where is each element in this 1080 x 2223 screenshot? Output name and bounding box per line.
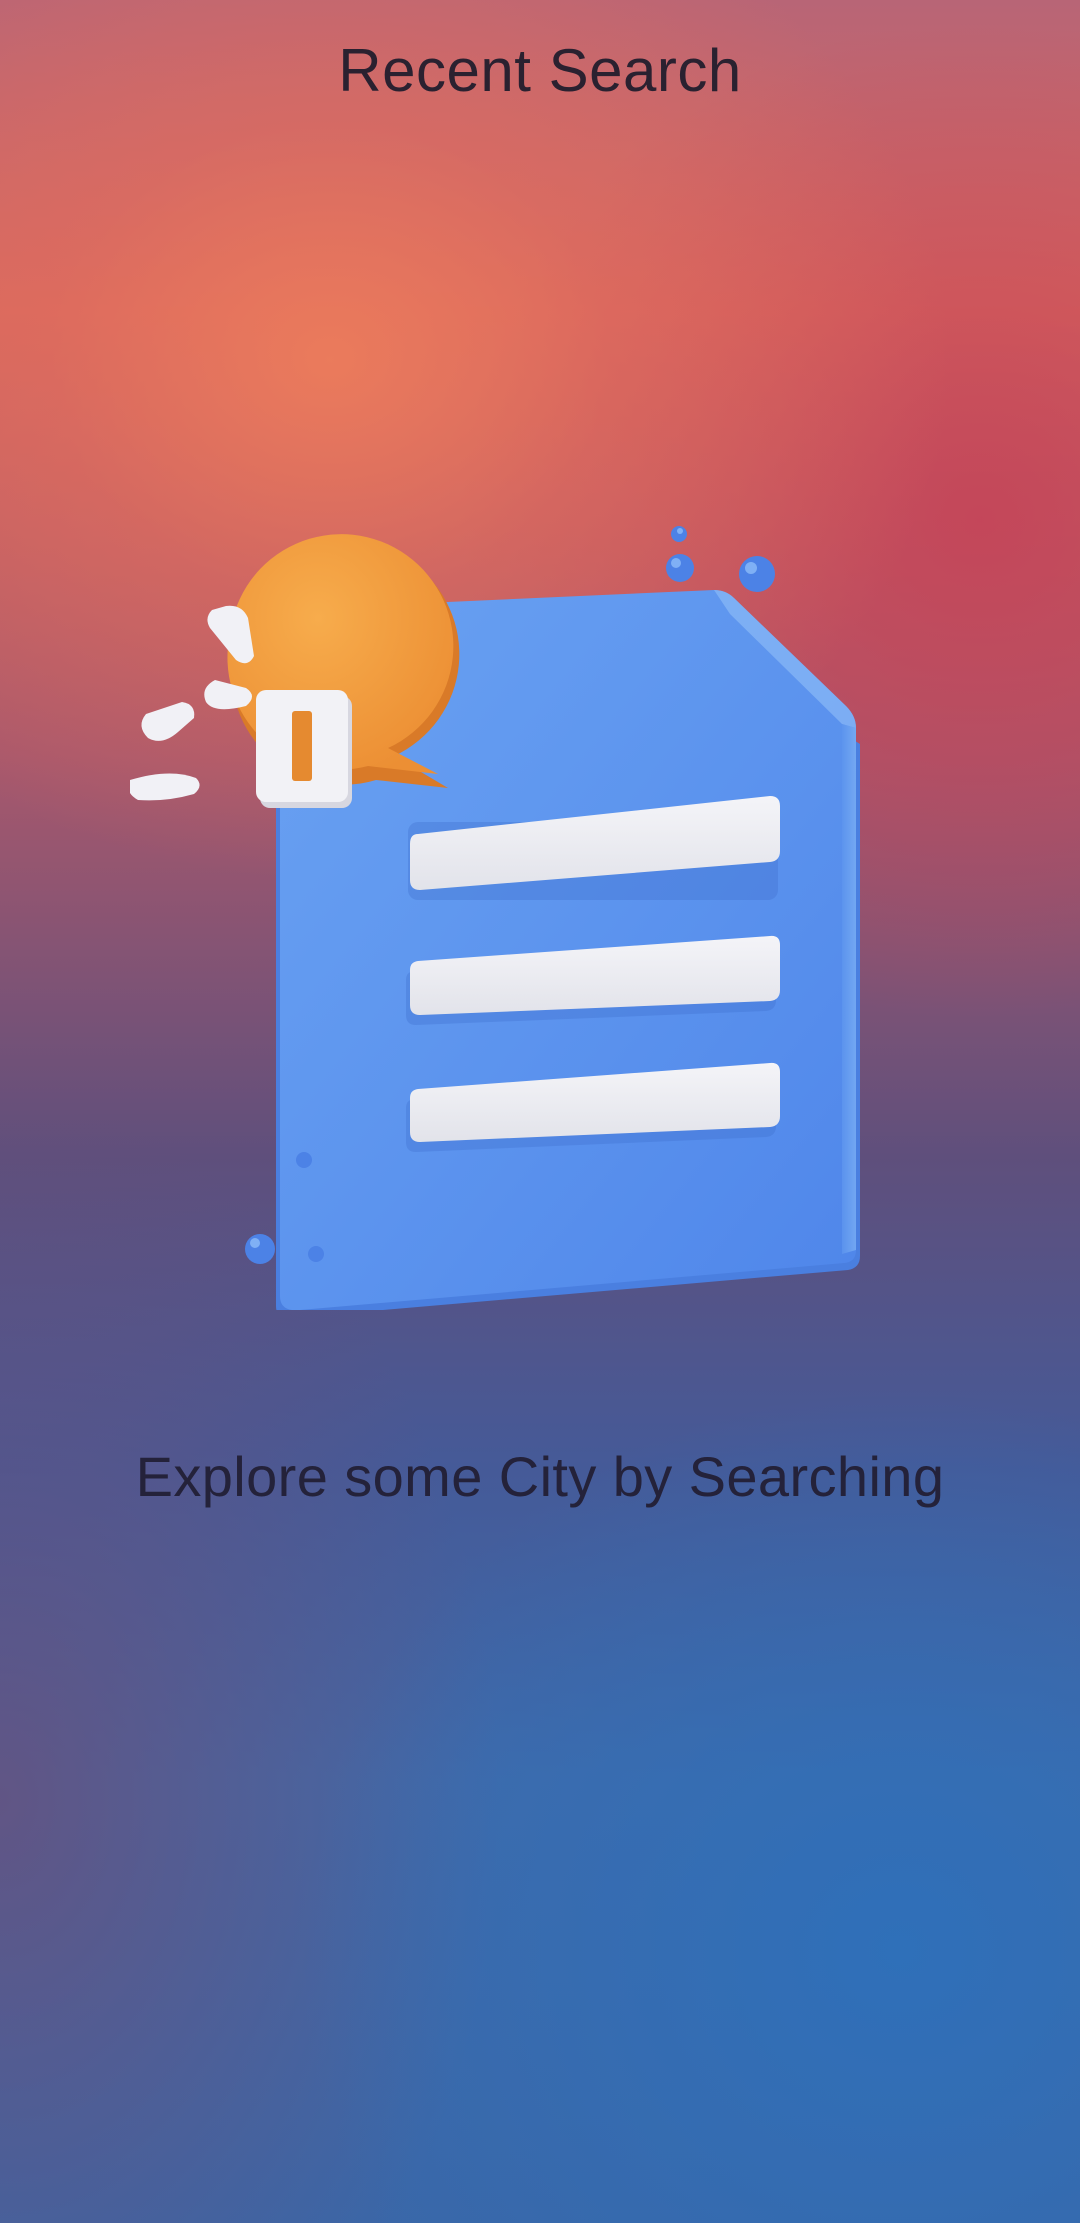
document-lines	[406, 796, 780, 1152]
empty-state-illustration	[130, 510, 890, 1310]
page-title: Recent Search	[338, 37, 742, 104]
particles-top	[666, 526, 775, 592]
alert-sparks	[130, 605, 254, 801]
document-with-notification-bubble-icon	[130, 526, 860, 1310]
recent-search-screen: { "header": { "title": "Recent Search" }…	[0, 0, 1080, 2223]
empty-state-message: Explore some City by Searching	[135, 1445, 945, 1508]
